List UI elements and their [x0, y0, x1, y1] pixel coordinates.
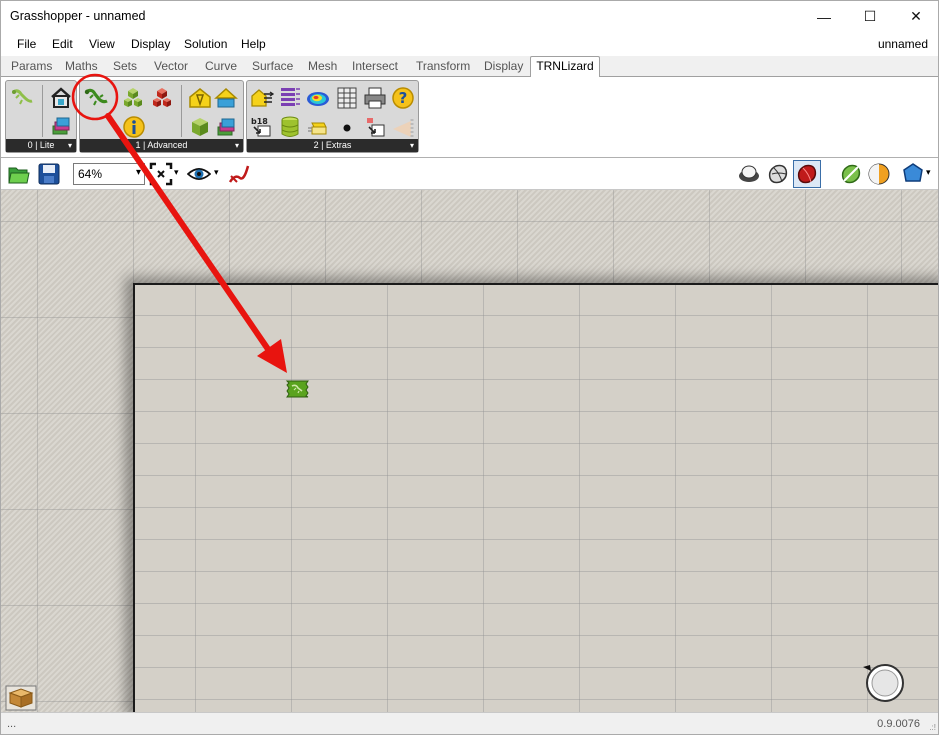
transform-import-icon[interactable]	[363, 115, 387, 139]
grasshopper-window: Grasshopper - unnamed — ☐ ✕ File Edit Vi…	[0, 0, 939, 735]
group-expand-icon[interactable]: ▾	[68, 139, 72, 152]
document-name[interactable]: unnamed	[878, 37, 928, 51]
maximize-icon: ☐	[863, 8, 877, 24]
printer-icon[interactable]	[363, 86, 387, 110]
tab-display[interactable]: Display	[484, 59, 523, 73]
ribbon-separator	[42, 85, 43, 137]
info-icon[interactable]	[122, 115, 146, 139]
light-beam-icon[interactable]	[391, 115, 415, 139]
chevron-down-icon[interactable]: ▾	[926, 167, 931, 178]
resize-grip-icon[interactable]: .:!	[929, 723, 936, 732]
window-title: Grasshopper - unnamed	[10, 9, 146, 23]
bake-icon[interactable]	[839, 162, 863, 186]
tab-intersect[interactable]: Intersect	[352, 59, 398, 73]
green-cubes-icon[interactable]	[121, 86, 145, 110]
status-bar: ... 0.9.0076 .:!	[1, 712, 938, 734]
lizard-component[interactable]	[285, 379, 310, 399]
zoom-value: 64%	[78, 167, 103, 181]
b18-import-icon[interactable]: b18	[250, 115, 274, 139]
svg-text:?: ?	[399, 89, 408, 107]
preview-wire-icon[interactable]	[737, 162, 761, 186]
ribbon-group-extras: ? b18 2 | Extras ▾	[246, 80, 419, 153]
close-button[interactable]: ✕	[893, 1, 939, 32]
menu-display[interactable]: Display	[131, 37, 170, 51]
ribbon-separator	[181, 85, 182, 137]
menu-help[interactable]: Help	[241, 37, 266, 51]
house-icon[interactable]	[49, 86, 73, 110]
tab-vector[interactable]: Vector	[154, 59, 188, 73]
lizard-lite-icon[interactable]	[10, 86, 34, 110]
help-icon[interactable]: ?	[391, 86, 415, 110]
tab-surface[interactable]: Surface	[252, 59, 293, 73]
menu-solution[interactable]: Solution	[184, 37, 227, 51]
zoom-select[interactable]: 64% ▾	[73, 163, 145, 185]
cluster-cache-icon[interactable]	[5, 685, 37, 711]
tab-params[interactable]: Params	[11, 59, 52, 73]
box-output-icon[interactable]	[306, 115, 330, 139]
green-box-icon[interactable]	[188, 115, 212, 139]
zoom-extents-icon[interactable]	[149, 162, 173, 186]
ribbon-group-advanced: 1 | Advanced ▾	[79, 80, 244, 153]
eye-icon[interactable]	[187, 162, 211, 186]
database-icon[interactable]	[278, 115, 302, 139]
material-icon[interactable]	[867, 162, 891, 186]
tab-trnlizard[interactable]: TRNLizard	[530, 56, 600, 78]
menu-view[interactable]: View	[89, 37, 115, 51]
minimize-button[interactable]: —	[801, 1, 847, 32]
canvas-toolbar: 64% ▾ ▾ ▾ ▾	[1, 158, 938, 190]
menu-file[interactable]: File	[17, 37, 36, 51]
tab-transform[interactable]: Transform	[416, 59, 470, 73]
chevron-down-icon[interactable]: ▾	[214, 167, 219, 178]
purple-bars-icon[interactable]	[278, 86, 302, 110]
ribbon-group-label: 0 | Lite ▾	[6, 139, 76, 152]
menu-edit[interactable]: Edit	[52, 37, 73, 51]
close-icon: ✕	[910, 8, 922, 24]
grid-table-icon[interactable]	[335, 86, 359, 110]
yellow-house-icon[interactable]	[188, 86, 212, 110]
preview-selected-button[interactable]	[793, 160, 821, 188]
yellow-roof-icon[interactable]	[214, 86, 238, 110]
polygon-icon[interactable]	[901, 162, 925, 186]
house-export-icon[interactable]	[250, 86, 274, 110]
component-tabs: Params Maths Sets Vector Curve Surface M…	[1, 56, 938, 78]
title-bar: Grasshopper - unnamed — ☐ ✕	[1, 1, 938, 32]
group-expand-icon[interactable]: ▾	[410, 139, 414, 152]
status-text: ...	[7, 718, 17, 730]
canvas[interactable]	[1, 190, 938, 712]
lizard-advanced-icon[interactable]	[84, 86, 108, 110]
maximize-button[interactable]: ☐	[847, 1, 893, 32]
sketch-pen-icon[interactable]	[227, 162, 251, 186]
save-file-icon[interactable]	[37, 162, 61, 186]
minimize-icon: —	[817, 8, 831, 25]
tab-mesh[interactable]: Mesh	[308, 59, 337, 73]
ribbon-group-lite: 0 | Lite ▾	[5, 80, 77, 153]
open-file-icon[interactable]	[7, 162, 31, 186]
tab-sets[interactable]: Sets	[113, 59, 137, 73]
red-cubes-icon[interactable]	[150, 86, 174, 110]
ribbon-group-label: 1 | Advanced ▾	[80, 139, 243, 152]
heatmap-icon[interactable]	[306, 86, 330, 110]
b18-label: b18	[251, 117, 268, 126]
group-expand-icon[interactable]: ▾	[235, 139, 239, 152]
point-icon[interactable]	[335, 115, 359, 139]
preview-shaded-icon[interactable]	[766, 162, 790, 186]
menu-bar: File Edit View Display Solution Help unn…	[1, 32, 938, 56]
navigation-compass[interactable]	[863, 661, 905, 703]
tab-curve[interactable]: Curve	[205, 59, 237, 73]
red-preview-icon	[797, 164, 817, 184]
version-label: 0.9.0076	[877, 718, 920, 730]
ribbon-group-label: 2 | Extras ▾	[247, 139, 418, 152]
canvas-page[interactable]	[133, 283, 938, 712]
ribbon: 0 | Lite ▾ 1 | Advanced ▾ ? b18 2 | Extr…	[1, 77, 938, 158]
layers-icon[interactable]	[49, 114, 73, 138]
layers-adv-icon[interactable]	[214, 115, 238, 139]
chevron-down-icon[interactable]: ▾	[174, 167, 179, 178]
chevron-down-icon: ▾	[135, 167, 141, 178]
tab-maths[interactable]: Maths	[65, 59, 98, 73]
